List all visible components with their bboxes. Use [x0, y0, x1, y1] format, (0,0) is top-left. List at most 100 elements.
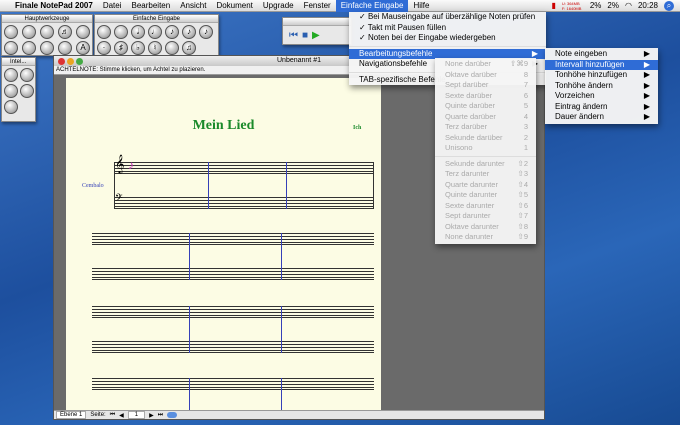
staff-tool-icon[interactable] — [22, 25, 36, 39]
menu-item-fill-with-rests[interactable]: ✓ Takt mit Pausen füllen — [349, 23, 546, 34]
last-page-icon[interactable]: ⏭ — [158, 412, 163, 419]
view-toggle-icon[interactable] — [167, 412, 178, 418]
menu-item-interval[interactable]: Oktave darüber 8 — [435, 70, 536, 81]
menu-item-add-interval[interactable]: Intervall hinzufügen ▶ — [545, 59, 658, 70]
tuplet-tool-icon[interactable] — [20, 84, 34, 98]
bass-clef-icon: 𝄢 — [115, 192, 123, 206]
bass-staff[interactable] — [92, 268, 374, 280]
menu-datei[interactable]: Datei — [98, 0, 127, 12]
first-page-icon[interactable]: ⏮ — [110, 412, 115, 419]
eraser-icon[interactable] — [97, 25, 111, 39]
page-field[interactable]: 1 — [127, 411, 146, 419]
menu-item-accidentals[interactable]: Vorzeichen ▶ — [545, 91, 658, 102]
menu-item-interval[interactable]: Terz darüber 3 — [435, 122, 536, 133]
menu-item-interval[interactable]: Sexte darunter ⇧6 — [435, 201, 536, 212]
clock[interactable]: 20:28 — [638, 0, 658, 12]
menu-item-interval[interactable]: None darüber ⇧⌘9 — [435, 59, 536, 70]
menu-item-add-pitch[interactable]: Tonhöhe hinzufügen ▶ — [545, 70, 658, 81]
menu-einfache-eingabe[interactable]: Einfache Eingabe — [335, 0, 409, 12]
tie-icon[interactable] — [165, 41, 179, 55]
key-tool-icon[interactable] — [40, 25, 54, 39]
menu-ansicht[interactable]: Ansicht — [175, 0, 211, 12]
barline — [281, 233, 282, 280]
battery-icon[interactable]: ▮ — [551, 0, 555, 12]
glissando-tool-icon[interactable] — [4, 100, 18, 114]
menu-item-change-pitch[interactable]: Tonhöhe ändern ▶ — [545, 81, 658, 92]
spotlight-icon[interactable]: ⌕ — [664, 0, 674, 11]
menu-upgrade[interactable]: Upgrade — [258, 0, 299, 12]
menu-bearbeiten[interactable]: Bearbeiten — [127, 0, 176, 12]
submenu-arrow-icon: ▶ — [643, 70, 650, 79]
cpu-readout: 2% — [589, 0, 602, 10]
menu-item-interval[interactable]: Quinte darüber 5 — [435, 101, 536, 112]
menu-dokument[interactable]: Dokument — [211, 0, 257, 12]
menu-app[interactable]: Finale NotePad 2007 — [10, 0, 98, 12]
menu-item-interval[interactable]: Sept darüber 7 — [435, 80, 536, 91]
selection-tool-icon[interactable] — [4, 25, 18, 39]
repeat-tool-icon[interactable] — [40, 41, 54, 55]
treble-staff[interactable] — [92, 306, 374, 318]
submenu-arrow-icon: ▶ — [643, 91, 650, 100]
dot-icon[interactable]: · — [97, 41, 111, 55]
crescendo-tool-icon[interactable] — [20, 68, 34, 82]
clef-tool-icon[interactable] — [76, 25, 90, 39]
score-page[interactable]: Mein Lied Ich Cembalo 𝄞 𝄢 ♪ — [66, 78, 381, 418]
sixteenth-note-icon[interactable]: ♪ — [182, 25, 196, 39]
eighth-note-icon[interactable]: ♪ — [165, 25, 179, 39]
menu-fenster[interactable]: Fenster — [299, 0, 336, 12]
quarter-note-icon[interactable]: ♩ — [148, 25, 162, 39]
menu-item-change-duration[interactable]: Dauer ändern ▶ — [545, 112, 658, 123]
menu-item-interval[interactable]: Oktave darunter ⇧8 — [435, 222, 536, 233]
minimize-icon[interactable] — [67, 58, 74, 65]
menu-item-interval[interactable]: Sekunde darunter ⇧2 — [435, 159, 536, 170]
menu-item-check-extra-notes[interactable]: ✓ Bei Mauseingabe auf überzählige Noten … — [349, 12, 546, 23]
zoom-icon[interactable] — [76, 58, 83, 65]
close-icon[interactable] — [58, 58, 65, 65]
menu-item-interval[interactable]: Unisono 1 — [435, 143, 536, 154]
treble-staff[interactable] — [114, 162, 374, 174]
composer-text[interactable]: Ich — [353, 125, 361, 131]
menu-item-playback-on-entry[interactable]: ✓ Noten bei der Eingabe wiedergeben — [349, 33, 546, 44]
play-icon[interactable]: ▶ — [312, 30, 320, 41]
menu-item-interval[interactable]: Terz darunter ⇧3 — [435, 169, 536, 180]
expression-tool-icon[interactable] — [22, 41, 36, 55]
chord-tool-icon[interactable] — [58, 41, 72, 55]
menu-item-interval[interactable]: Quarte darunter ⇧4 — [435, 180, 536, 191]
score-title[interactable]: Mein Lied — [66, 118, 381, 134]
menu-hilfe[interactable]: Hilfe — [408, 0, 434, 12]
menu-item-interval[interactable]: Sexte darüber 6 — [435, 91, 536, 102]
menu-item-interval[interactable]: Quarte darüber 4 — [435, 112, 536, 123]
menu-item-change-entry[interactable]: Eintrag ändern ▶ — [545, 102, 658, 113]
treble-staff[interactable] — [92, 233, 374, 245]
slur-tool-icon[interactable] — [4, 68, 18, 82]
measure-tool-icon[interactable] — [4, 41, 18, 55]
rewind-icon[interactable]: ⏮ — [289, 30, 298, 41]
treble-staff[interactable] — [92, 378, 374, 390]
menu-item-interval[interactable]: Sekunde darüber 2 — [435, 133, 536, 144]
treble-clef-icon: 𝄞 — [115, 154, 125, 173]
flat-icon[interactable]: ♭ — [131, 41, 145, 55]
submenu-arrow-icon: ▶ — [643, 101, 650, 111]
half-note-icon[interactable]: 𝅗𝅥 — [131, 25, 145, 39]
text-tool-icon[interactable]: A — [76, 41, 90, 55]
whole-note-icon[interactable] — [114, 25, 128, 39]
thirty-second-note-icon[interactable]: ♪ — [199, 25, 213, 39]
submenu-arrow-icon: ▶ — [643, 112, 650, 121]
menu-item-interval[interactable]: Quinte darunter ⇧5 — [435, 190, 536, 201]
menu-item-interval[interactable]: Sept darunter ⇧7 — [435, 211, 536, 222]
natural-icon[interactable]: ♮ — [148, 41, 162, 55]
layer-select[interactable]: Ebene 1 — [56, 411, 87, 419]
prev-page-icon[interactable]: ◀ — [119, 412, 124, 419]
stop-icon[interactable]: ■ — [302, 30, 308, 41]
time-sig-tool-icon[interactable]: ♬ — [58, 25, 72, 39]
menu-item-enter-note[interactable]: Note eingeben ▶ — [545, 49, 658, 60]
bass-staff[interactable] — [92, 341, 374, 353]
wifi-icon[interactable]: ◠ — [625, 0, 632, 12]
next-page-icon[interactable]: ▶ — [149, 412, 154, 419]
beam-icon[interactable]: ♫ — [182, 41, 196, 55]
instrument-label[interactable]: Cembalo — [82, 183, 104, 189]
sharp-icon[interactable]: ♯ — [114, 41, 128, 55]
bass-staff[interactable] — [114, 197, 374, 209]
decrescendo-tool-icon[interactable] — [4, 84, 18, 98]
menu-item-interval[interactable]: None darunter ⇧9 — [435, 232, 536, 243]
